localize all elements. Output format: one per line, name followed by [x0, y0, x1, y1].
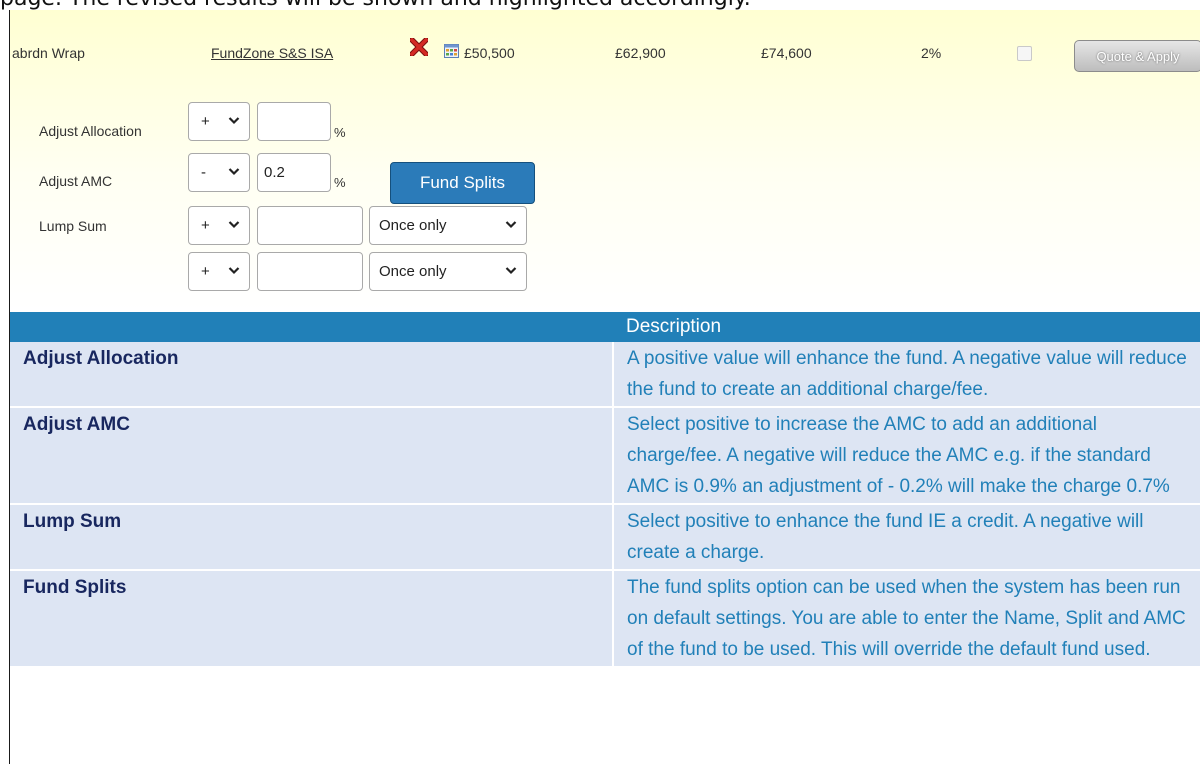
percent-value: 2% — [921, 45, 942, 61]
value-2: £62,900 — [615, 45, 666, 61]
lump-sum-frequency-value-1: Once only — [379, 217, 447, 234]
amc-percent-sign: % — [334, 175, 346, 190]
lump-sum-label: Lump Sum — [39, 218, 107, 234]
row-description: A positive value will enhance the fund. … — [613, 342, 1200, 408]
amc-input[interactable]: 0.2 — [257, 153, 331, 192]
lump-sum-sign-value-1: + — [201, 217, 210, 234]
fund-splits-button[interactable]: Fund Splits — [390, 162, 535, 204]
lump-sum-frequency-value-2: Once only — [379, 263, 447, 280]
chevron-down-icon — [228, 267, 240, 275]
row-term: Adjust Allocation — [10, 342, 614, 408]
amc-sign-value: - — [201, 164, 206, 181]
amc-sign-select[interactable]: - — [188, 153, 250, 192]
table-row: Fund Splits The fund splits option can b… — [10, 570, 1200, 668]
row-description: The fund splits option can be used when … — [613, 570, 1200, 668]
adjust-allocation-label: Adjust Allocation — [39, 123, 142, 139]
chevron-down-icon — [228, 221, 240, 229]
lump-sum-frequency-select-1[interactable]: Once only — [369, 206, 527, 245]
value-3: £74,600 — [761, 45, 812, 61]
allocation-sign-value: + — [201, 113, 210, 130]
allocation-input[interactable] — [257, 102, 331, 141]
row-term: Fund Splits — [10, 570, 614, 668]
lump-sum-sign-select-1[interactable]: + — [188, 206, 250, 245]
quote-apply-button[interactable]: Quote & Apply — [1074, 40, 1200, 72]
row-description: Select positive to increase the AMC to a… — [613, 407, 1200, 505]
lump-sum-sign-select-2[interactable]: + — [188, 252, 250, 291]
chevron-down-icon — [505, 267, 517, 275]
chevron-down-icon — [505, 221, 517, 229]
row-description: Select positive to enhance the fund IE a… — [613, 504, 1200, 571]
header-term — [10, 312, 613, 342]
table-row: Lump Sum Select positive to enhance the … — [10, 504, 1200, 571]
row-term: Lump Sum — [10, 504, 614, 571]
table-header-row: Description — [10, 312, 1200, 342]
chevron-down-icon — [228, 117, 240, 125]
allocation-percent-sign: % — [334, 125, 346, 140]
select-checkbox[interactable] — [1017, 46, 1032, 61]
table-row: Adjust AMC Select positive to increase t… — [10, 407, 1200, 505]
description-table: Description Adjust Allocation A positive… — [10, 312, 1200, 668]
lump-sum-sign-value-2: + — [201, 263, 210, 280]
header-description: Description — [613, 312, 1200, 342]
lump-sum-frequency-select-2[interactable]: Once only — [369, 252, 527, 291]
chevron-down-icon — [228, 168, 240, 176]
table-grid-icon[interactable] — [444, 43, 459, 58]
red-x-icon[interactable] — [408, 36, 430, 58]
product-link[interactable]: FundZone S&S ISA — [211, 45, 333, 61]
allocation-sign-select[interactable]: + — [188, 102, 250, 141]
adjust-amc-label: Adjust AMC — [39, 173, 113, 189]
lump-sum-input-2[interactable] — [257, 252, 363, 291]
quote-result-panel: abrdn Wrap FundZone S&S ISA £50,500 £62,… — [10, 10, 1200, 310]
lump-sum-input-1[interactable] — [257, 206, 363, 245]
provider-name: abrdn Wrap — [12, 45, 85, 61]
row-term: Adjust AMC — [10, 407, 614, 505]
table-row: Adjust Allocation A positive value will … — [10, 342, 1200, 408]
value-1: £50,500 — [464, 45, 515, 61]
